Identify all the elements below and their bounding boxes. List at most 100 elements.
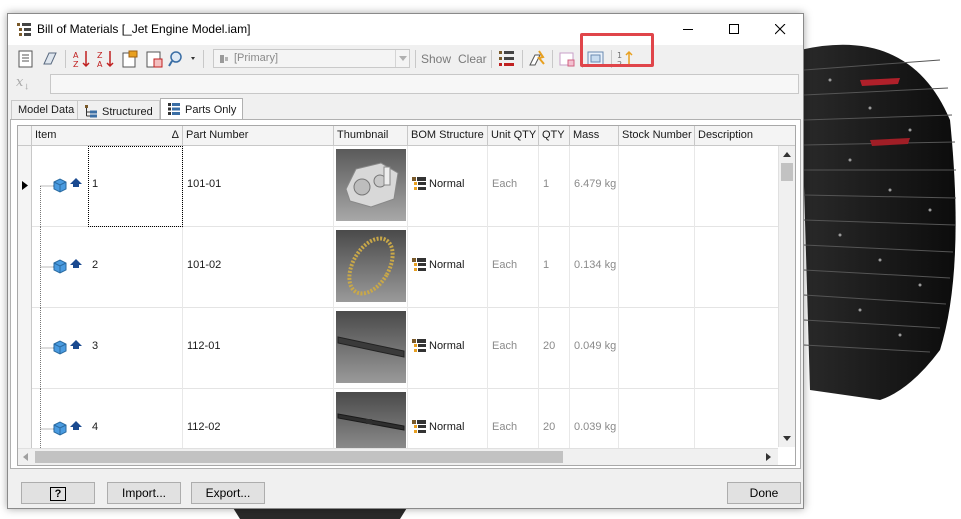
zoom-icon[interactable]	[527, 49, 547, 69]
unit-qty-cell[interactable]: Each	[488, 227, 539, 308]
unit-qty-cell[interactable]: Each	[488, 308, 539, 389]
formula-icon[interactable]: x↓	[16, 75, 38, 93]
find-icon[interactable]	[168, 49, 198, 69]
minimize-button[interactable]	[665, 14, 711, 45]
column-header-item[interactable]: Item Δ	[32, 126, 183, 146]
bom-structure-value: Normal	[429, 259, 465, 271]
column-label: Stock Number	[622, 129, 692, 141]
table-row[interactable]: 3 112-01 Normal Each 20 0.049 kg	[18, 308, 778, 389]
scroll-down-icon[interactable]	[783, 436, 791, 441]
mass-cell: 0.134 kg	[570, 227, 619, 308]
choose-for-display-icon[interactable]	[16, 49, 36, 69]
help-button[interactable]: ?	[21, 482, 95, 504]
close-button[interactable]	[757, 14, 803, 45]
qty: 20	[543, 340, 556, 352]
bom-structure-cell[interactable]: Normal	[408, 227, 488, 308]
item-override-icon[interactable]	[120, 49, 140, 69]
part-icon	[53, 259, 67, 274]
part-number-cell[interactable]: 112-01	[183, 308, 334, 389]
item-cell[interactable]: 3	[88, 308, 183, 389]
unit-qty: Each	[492, 421, 518, 433]
factory-icon	[70, 178, 82, 187]
column-header-stock-number[interactable]: Stock Number	[619, 126, 695, 146]
part-number: 101-01	[187, 178, 222, 190]
thumbnail-cell	[334, 227, 408, 308]
normal-structure-icon	[412, 258, 426, 271]
stock-number-cell[interactable]	[619, 308, 695, 389]
bom-view-dropdown[interactable]: [Primary]	[213, 49, 410, 68]
dropdown-arrow[interactable]	[395, 50, 409, 67]
scroll-up-icon[interactable]	[783, 152, 791, 157]
bom-tabs: Model Data Structured Parts Only	[8, 98, 803, 121]
bom-grid: Item Δ Part Number Thumbnail BOM Structu…	[17, 125, 796, 466]
column-header-description[interactable]: Description	[695, 126, 795, 146]
stock-number-cell[interactable]	[619, 227, 695, 308]
bom-structure-cell[interactable]: Normal	[408, 146, 488, 227]
bom-structure-cell[interactable]: Normal	[408, 308, 488, 389]
item-cell[interactable]: 2	[88, 227, 183, 308]
gearbox-thumbnail	[336, 149, 406, 221]
unit-qty-cell[interactable]: Each	[488, 389, 539, 448]
table-row[interactable]: 1 101-01 Normal Each 1 6.479 kg	[18, 146, 778, 227]
clear-button[interactable]: Clear	[458, 52, 487, 66]
scroll-right-icon[interactable]	[766, 453, 771, 461]
scroll-left-icon[interactable]	[23, 453, 28, 461]
column-header-thumbnail[interactable]: Thumbnail	[334, 126, 408, 146]
column-label: Thumbnail	[337, 129, 389, 141]
export-bom-icon[interactable]	[40, 49, 60, 69]
item-cell[interactable]: 4	[88, 389, 183, 448]
part-number: 112-01	[187, 340, 221, 352]
renumber-items-icon[interactable]	[144, 49, 164, 69]
description-cell[interactable]	[695, 389, 778, 448]
part-number-cell[interactable]: 112-02	[183, 389, 334, 448]
bom-structure-cell[interactable]: Normal	[408, 389, 488, 448]
vertical-scroll-thumb[interactable]	[781, 163, 793, 181]
table-row[interactable]: 4 112-02 Normal Each 20 0.039 kg	[18, 389, 778, 448]
qty-cell: 20	[539, 389, 570, 448]
description-cell[interactable]	[695, 227, 778, 308]
stock-number-cell[interactable]	[619, 146, 695, 227]
table-row[interactable]: 2 101-02 Normal Each 1 0.134 kg	[18, 227, 778, 308]
mass: 0.134 kg	[574, 259, 617, 271]
tab-model-data[interactable]: Model Data	[11, 100, 82, 120]
description-cell[interactable]	[695, 308, 778, 389]
horizontal-scrollbar[interactable]	[18, 448, 778, 465]
tree-cell	[32, 389, 88, 448]
part-number-merge-icon[interactable]	[497, 49, 517, 69]
stock-number-cell[interactable]	[619, 389, 695, 448]
header-corner	[18, 126, 32, 146]
sort-descending-icon[interactable]: AZ	[72, 49, 92, 69]
row-selector[interactable]	[18, 227, 32, 308]
part-number-cell[interactable]: 101-01	[183, 146, 334, 227]
horizontal-scroll-thumb[interactable]	[35, 451, 563, 463]
column-label: Part Number	[186, 129, 249, 141]
column-header-part-number[interactable]: Part Number	[183, 126, 334, 146]
formula-input[interactable]	[50, 74, 799, 94]
item-cell[interactable]: 1	[88, 146, 183, 227]
svg-text:A: A	[73, 51, 79, 60]
column-header-unit-qty[interactable]: Unit QTY	[488, 126, 539, 146]
column-header-bom-structure[interactable]: BOM Structure	[408, 126, 488, 146]
row-selector[interactable]	[18, 308, 32, 389]
parts-only-icon	[168, 103, 180, 115]
row-selector[interactable]	[18, 146, 32, 227]
chevron-down-icon	[399, 56, 407, 61]
import-button[interactable]: Import...	[107, 482, 181, 504]
sort-ascending-icon[interactable]: ZA	[96, 49, 116, 69]
column-header-mass[interactable]: Mass	[570, 126, 619, 146]
column-header-qty[interactable]: QTY	[539, 126, 570, 146]
tab-structured[interactable]: Structured	[77, 100, 160, 120]
bom-toolbar: AZ ZA [Primary] Show Clear 1 2	[8, 46, 803, 71]
description-cell[interactable]	[695, 146, 778, 227]
qty-cell: 20	[539, 308, 570, 389]
part-number-cell[interactable]: 101-02	[183, 227, 334, 308]
unit-qty-cell[interactable]: Each	[488, 146, 539, 227]
export-button[interactable]: Export...	[191, 482, 265, 504]
done-button[interactable]: Done	[727, 482, 801, 504]
maximize-button[interactable]	[711, 14, 757, 45]
tab-parts-only[interactable]: Parts Only	[160, 98, 244, 121]
thumbnail-icon[interactable]	[557, 49, 577, 69]
vertical-scrollbar[interactable]	[778, 146, 795, 447]
show-button[interactable]: Show	[421, 52, 451, 66]
row-selector[interactable]	[18, 389, 32, 448]
